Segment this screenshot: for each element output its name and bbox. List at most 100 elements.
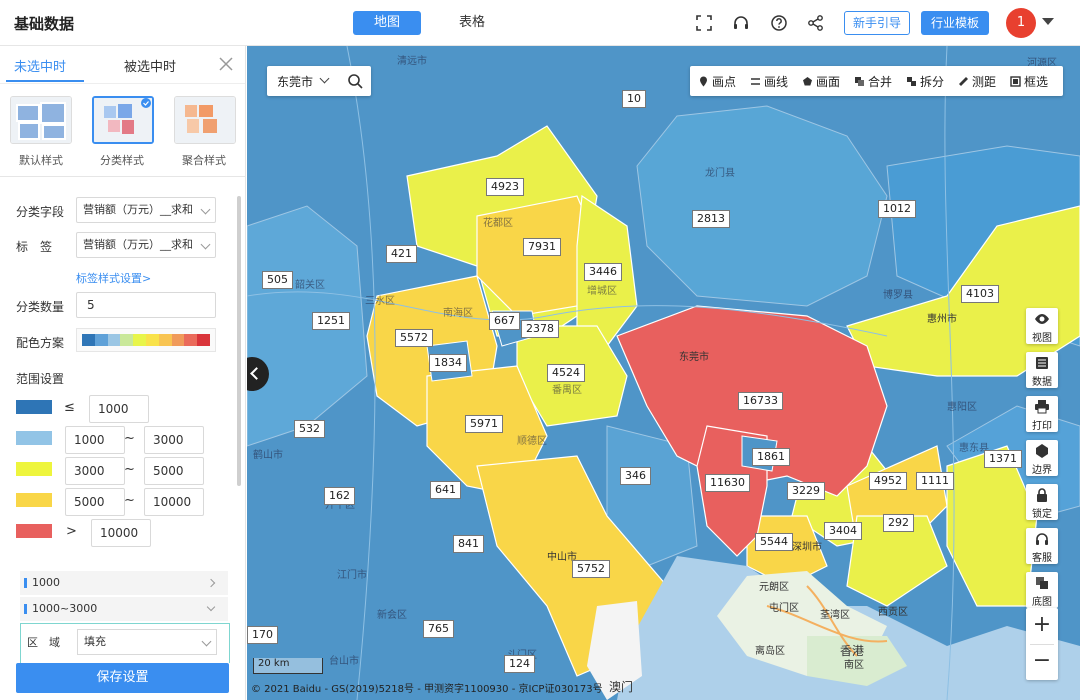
- map-pin-icon: [700, 76, 707, 87]
- map-scale: 20 km: [253, 658, 323, 674]
- boundary-tool-label: 边界: [1032, 465, 1052, 476]
- place-label: 三水区: [365, 296, 395, 307]
- range-operator: >: [66, 524, 77, 539]
- tab-table[interactable]: 表格: [438, 11, 506, 35]
- region-value-label: 1834: [429, 354, 467, 372]
- classify-field-label: 分类字段: [16, 205, 65, 219]
- boundary-icon: [1036, 444, 1048, 458]
- split-tool[interactable]: 拆分: [906, 73, 944, 90]
- sidebar-scrollbar[interactable]: [237, 196, 241, 486]
- range-1-max-input[interactable]: 1000: [89, 395, 149, 423]
- polygon-icon: [803, 77, 812, 86]
- zoom-out-button[interactable]: −: [1026, 644, 1058, 680]
- range-2-max-input[interactable]: 3000: [144, 426, 204, 454]
- draw-line-tool[interactable]: 画线: [750, 73, 788, 90]
- chevron-down-icon: [201, 636, 212, 647]
- range-swatch-2[interactable]: [16, 431, 52, 445]
- region-value-label: 1861: [752, 448, 790, 466]
- region-value-label: 421: [386, 245, 417, 263]
- range-5-min-input[interactable]: 10000: [91, 519, 151, 547]
- style-label-default: 默认样式: [19, 154, 63, 167]
- category-style-thumbnail-icon: [94, 98, 152, 142]
- label-style-settings-link[interactable]: 标签样式设置>: [76, 270, 151, 286]
- region-value-label: 10: [622, 90, 646, 108]
- style-card-category[interactable]: [92, 96, 154, 144]
- range-3-min-input[interactable]: 3000: [65, 457, 125, 485]
- view-tool[interactable]: 视图: [1026, 308, 1058, 344]
- tab-selected-state[interactable]: 被选中时: [124, 56, 176, 75]
- range-group-1[interactable]: 1000: [20, 571, 228, 595]
- place-label: 元朗区: [759, 582, 789, 593]
- range-swatch-1[interactable]: [16, 400, 52, 414]
- city-search[interactable]: 东莞市: [267, 66, 371, 96]
- lock-tool[interactable]: 锁定: [1026, 484, 1058, 520]
- measure-tool[interactable]: 测距: [958, 73, 996, 90]
- range-4-min-input[interactable]: 5000: [65, 488, 125, 516]
- data-tool-label: 数据: [1032, 377, 1052, 388]
- customer-service-tool[interactable]: 客服: [1026, 528, 1058, 564]
- avatar[interactable]: 1: [1006, 8, 1036, 38]
- palette-swatch: [82, 334, 95, 346]
- range-swatch-3[interactable]: [16, 462, 52, 476]
- range-4-max-input[interactable]: 10000: [144, 488, 204, 516]
- industry-template-button[interactable]: 行业模板: [921, 11, 989, 35]
- basemap-tool[interactable]: 底图: [1026, 572, 1058, 608]
- region-value-label: 124: [504, 655, 535, 673]
- draw-polygon-tool[interactable]: 画面: [802, 73, 840, 90]
- style-card-aggregate[interactable]: [174, 96, 236, 144]
- area-fill-select[interactable]: 填充: [77, 629, 217, 655]
- class-count-input[interactable]: 5: [76, 292, 216, 318]
- save-settings-button[interactable]: 保存设置: [16, 663, 229, 693]
- view-tool-label: 视图: [1032, 333, 1052, 344]
- top-bar: 基础数据 地图 表格 新手引导 行业模板 1: [0, 0, 1080, 46]
- palette-swatch: [133, 334, 146, 346]
- region-value-label: 765: [423, 620, 454, 638]
- zoom-in-button[interactable]: +: [1026, 608, 1058, 644]
- map-canvas[interactable]: 清远市 河源区 韶关区 三水区 东莞市 博罗县 惠州市 中山市 深圳市 元朗区 …: [247, 46, 1080, 700]
- merge-tool[interactable]: 合并: [854, 73, 892, 90]
- caret-down-icon[interactable]: [1042, 18, 1054, 25]
- range-group-2[interactable]: 1000~3000: [20, 597, 228, 621]
- region-value-label: 7931: [523, 238, 561, 256]
- choropleth-map: [247, 46, 1080, 700]
- box-select-tool[interactable]: 框选: [1010, 73, 1048, 90]
- data-tool[interactable]: 数据: [1026, 352, 1058, 388]
- city-select[interactable]: 东莞市: [277, 73, 313, 90]
- range-3-max-input[interactable]: 5000: [144, 457, 204, 485]
- classify-field-select[interactable]: 营销额（万元）__求和: [76, 197, 216, 223]
- range-swatch-5[interactable]: [16, 524, 52, 538]
- place-label: 离岛区: [755, 646, 785, 657]
- boundary-tool[interactable]: 边界: [1026, 440, 1058, 476]
- place-label: 惠阳区: [947, 402, 977, 413]
- line-icon: [751, 78, 760, 85]
- draw-point-tool[interactable]: 画点: [698, 73, 736, 90]
- tab-unselected-state[interactable]: 未选中时: [14, 56, 66, 75]
- share-icon[interactable]: [807, 14, 825, 32]
- chevron-down-icon: [200, 239, 211, 250]
- help-icon[interactable]: [770, 14, 788, 32]
- app-title: 基础数据: [14, 15, 75, 33]
- range-operator: ~: [124, 431, 135, 446]
- region-value-label: 3229: [787, 482, 825, 500]
- range-2-min-input[interactable]: 1000: [65, 426, 125, 454]
- print-tool[interactable]: 打印: [1026, 396, 1058, 432]
- style-card-default[interactable]: [10, 96, 72, 144]
- close-icon[interactable]: [218, 56, 234, 72]
- chevron-down-icon[interactable]: [319, 73, 330, 84]
- draw-point-label: 画点: [712, 75, 737, 89]
- chevron-down-icon: [206, 602, 216, 612]
- region-value-label: 3446: [584, 263, 622, 281]
- place-label: 顺德区: [517, 436, 547, 447]
- region-value-label: 5752: [572, 560, 610, 578]
- draw-line-label: 画线: [764, 75, 789, 89]
- search-icon[interactable]: [347, 73, 363, 89]
- headset-icon[interactable]: [732, 14, 750, 32]
- ruler-icon: [959, 77, 968, 86]
- beginner-guide-button[interactable]: 新手引导: [844, 11, 910, 35]
- range-swatch-4[interactable]: [16, 493, 52, 507]
- label-field-select[interactable]: 营销额（万元）__求和: [76, 232, 216, 258]
- style-label-category: 分类样式: [100, 154, 144, 167]
- tab-map[interactable]: 地图: [353, 11, 421, 35]
- fullscreen-icon[interactable]: [695, 14, 713, 32]
- default-style-thumbnail-icon: [11, 97, 71, 143]
